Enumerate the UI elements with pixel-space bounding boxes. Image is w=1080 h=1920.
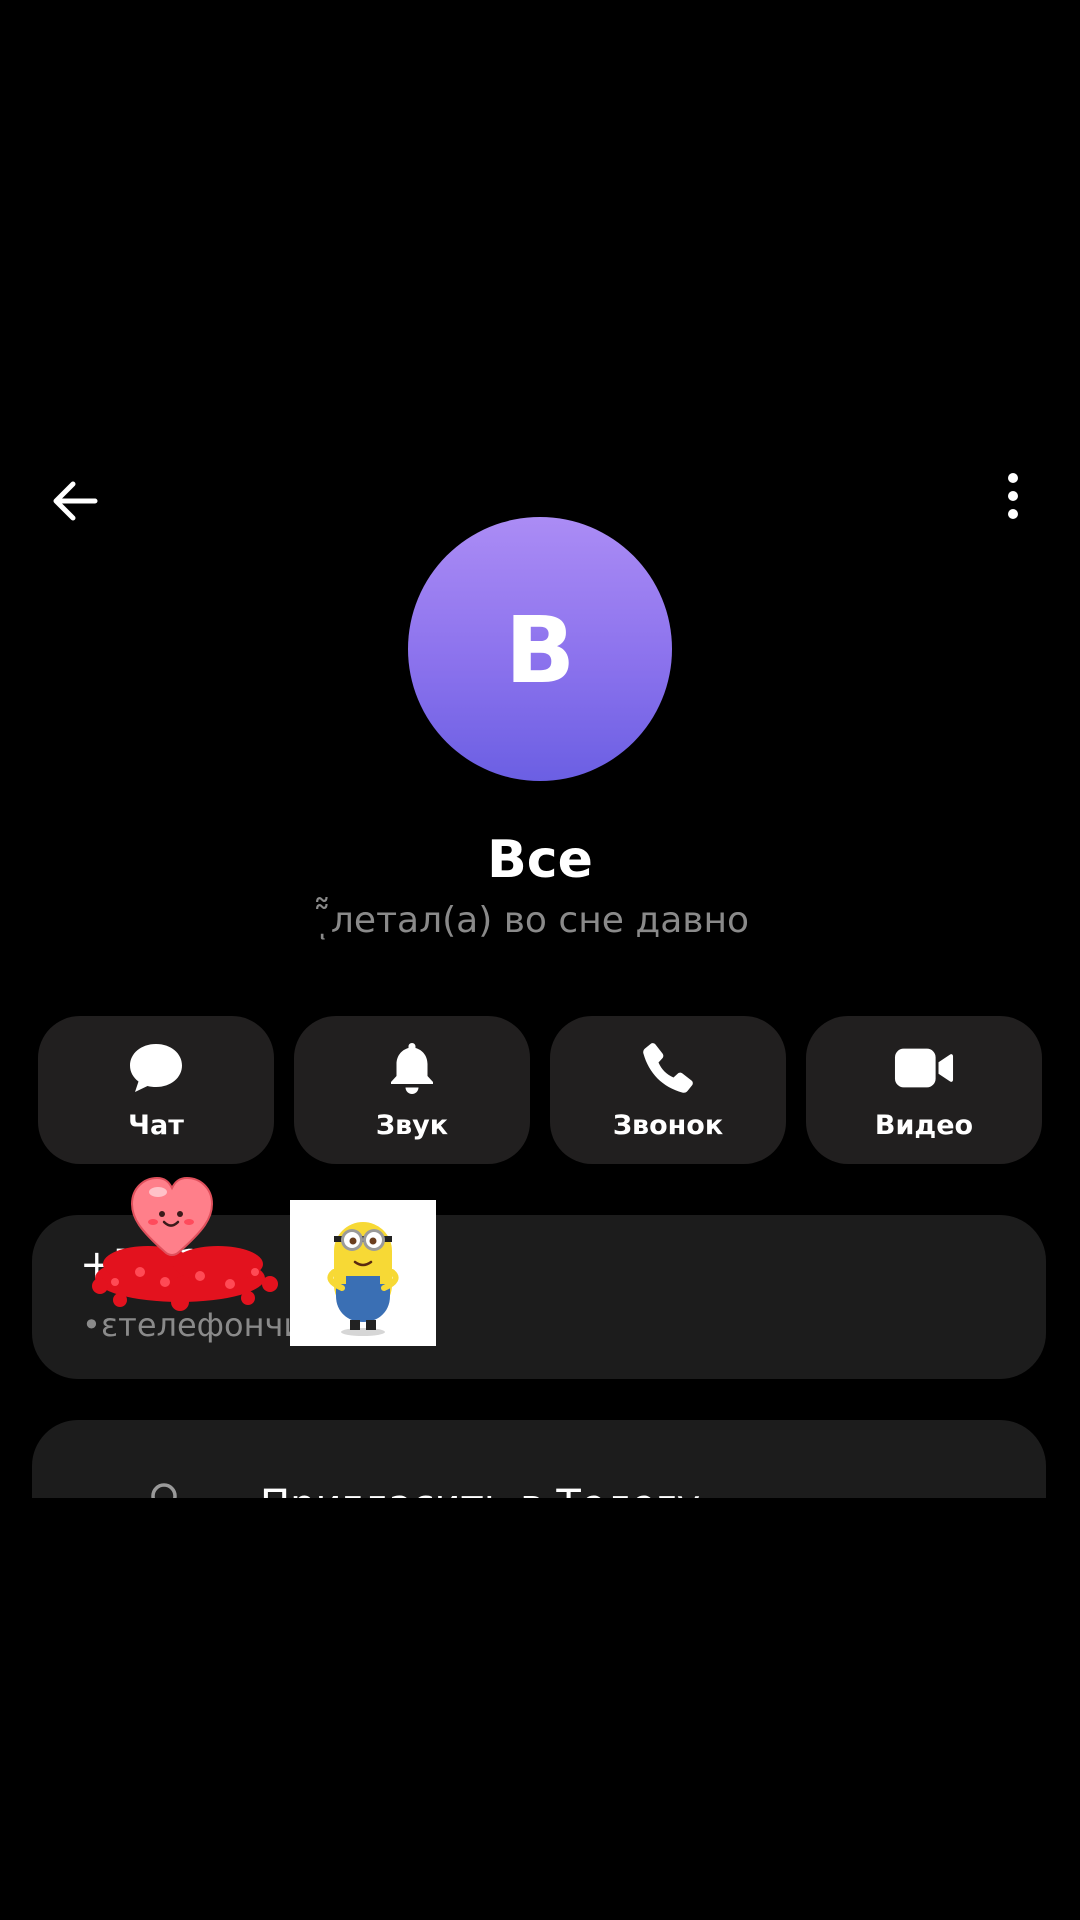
call-button[interactable]: Звонок	[550, 1016, 786, 1164]
video-button[interactable]: Видео	[806, 1016, 1042, 1164]
call-label: Звонок	[612, 1110, 724, 1141]
bell-icon	[382, 1038, 442, 1098]
add-user-icon	[120, 1474, 190, 1498]
avatar-letter: В	[504, 597, 576, 704]
more-options-button[interactable]	[978, 468, 1048, 528]
profile-name: Все	[487, 830, 593, 890]
heart-sticker	[80, 1160, 290, 1320]
more-vertical-icon	[1003, 470, 1023, 527]
back-button[interactable]	[40, 468, 110, 538]
arrow-left-icon	[49, 475, 101, 532]
phone-icon	[638, 1038, 698, 1098]
chat-button[interactable]: Чат	[38, 1016, 274, 1164]
invite-card[interactable]: Пригласить в Телегу	[32, 1420, 1046, 1498]
sound-label: Звук	[375, 1110, 449, 1141]
video-label: Видео	[874, 1110, 974, 1141]
video-camera-icon	[894, 1038, 954, 1098]
chat-bubble-icon	[126, 1038, 186, 1098]
sound-button[interactable]: Звук	[294, 1016, 530, 1164]
minion-sticker	[290, 1200, 436, 1346]
invite-card-container: Пригласить в Телегу	[0, 1400, 1080, 1498]
chat-label: Чат	[128, 1110, 184, 1141]
profile-status: ͂͂ͅлетал(а) во сне давно	[330, 900, 750, 941]
avatar[interactable]: В	[408, 517, 672, 781]
invite-label: Пригласить в Телегу	[260, 1482, 700, 1498]
